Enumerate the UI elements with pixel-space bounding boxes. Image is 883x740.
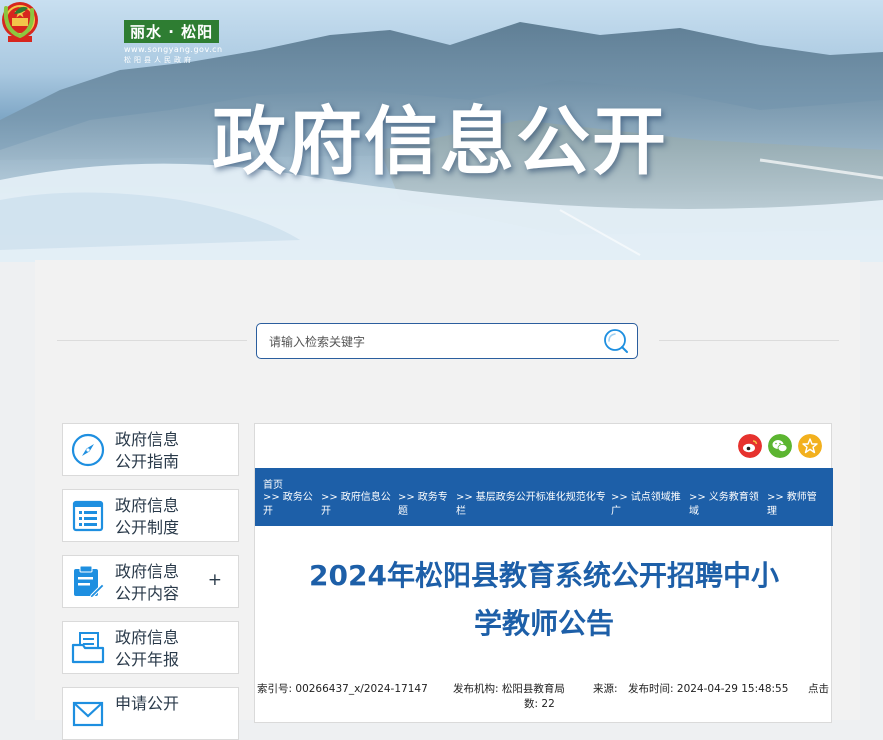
songyang-logo-icon xyxy=(3,6,35,39)
meta-source: 来源: xyxy=(593,683,618,695)
search-icon[interactable] xyxy=(603,328,629,354)
meta-hits: 数: 22 xyxy=(524,698,555,710)
breadcrumb-item[interactable]: >> 政务公 开 xyxy=(263,491,313,519)
mail-icon xyxy=(72,701,104,727)
meta-index: 索引号: 00266437_x/2024-17147 xyxy=(257,683,428,695)
sidebar-item-label: 政府信息 公开指南 xyxy=(115,430,180,471)
breadcrumb: 首页 >> 政务公 开 >> 政府信息公 开 >> 政务专 题 >> 基层政务公开标准化… xyxy=(255,468,833,526)
search-divider-right xyxy=(659,340,839,341)
search-input[interactable] xyxy=(267,324,591,360)
sidebar-item-content[interactable]: 政府信息 公开内容 + xyxy=(62,555,239,608)
breadcrumb-item[interactable]: >> 政务专 题 xyxy=(398,491,448,519)
meta-date: 发布时间: 2024-04-29 15:48:55 xyxy=(628,683,789,695)
sidebar-item-label: 政府信息 公开内容 xyxy=(115,562,180,603)
site-logo[interactable]: 丽水 · 松阳 www.songyang.gov.cn 松阳县人民政府 xyxy=(124,20,223,65)
content-panel: 政府信息公开指南 政府信息公开制度 政府信息公开内容 + xyxy=(35,260,860,740)
star-icon[interactable] xyxy=(798,434,822,458)
edit-document-icon xyxy=(74,565,105,599)
article-card: 首页 >> 政务公 开 >> 政府信息公 开 >> 政务专 题 >> 基层政务公开标准化… xyxy=(254,423,833,723)
weibo-icon[interactable] xyxy=(738,434,762,458)
sidebar-item-annual-report[interactable]: 政府信息 公开年报 xyxy=(62,621,239,674)
search-divider-left xyxy=(57,340,247,341)
sidebar-item-system[interactable]: 政府信息 公开制度 xyxy=(62,489,239,542)
breadcrumb-item[interactable]: >> 政府信息公 开 xyxy=(321,491,391,519)
folder-document-icon xyxy=(71,632,105,664)
logo-subtitle: 松阳县人民政府 xyxy=(124,56,194,64)
breadcrumb-item[interactable]: >> 教师管 理 xyxy=(767,491,817,519)
wechat-icon[interactable] xyxy=(768,434,792,458)
compass-icon xyxy=(71,433,105,467)
meta-publisher: 发布机构: 松阳县教育局 xyxy=(453,683,565,695)
logo-url: www.songyang.gov.cn xyxy=(124,45,223,54)
expand-icon[interactable]: + xyxy=(208,570,222,590)
header-banner: 丽水 · 松阳 www.songyang.gov.cn 松阳县人民政府 政府信息… xyxy=(0,0,883,262)
breadcrumb-item[interactable]: >> 试点领域推 广 xyxy=(611,491,681,519)
sidebar-item-apply[interactable]: 申请公开 xyxy=(62,687,239,740)
search-box xyxy=(256,323,638,360)
article-title: 2024年松阳县教育系统公开招聘中小 学教师公告 xyxy=(309,559,779,640)
sidebar-item-guide[interactable]: 政府信息 公开指南 xyxy=(62,423,239,476)
breadcrumb-item[interactable]: >> 基层政务公开标准化规范化专 栏 xyxy=(456,491,606,519)
list-document-icon xyxy=(72,500,104,532)
logo-title: 丽水 · 松阳 xyxy=(124,20,220,43)
sidebar-item-label: 政府信息 公开制度 xyxy=(115,496,180,537)
meta-hits-label: 点击 xyxy=(808,683,829,695)
page-title: 政府信息公开 xyxy=(212,99,668,185)
sidebar-item-label: 政府信息 公开年报 xyxy=(115,628,180,669)
breadcrumb-home[interactable]: 首页 xyxy=(263,476,283,491)
breadcrumb-item[interactable]: >> 义务教育领 域 xyxy=(689,491,759,519)
